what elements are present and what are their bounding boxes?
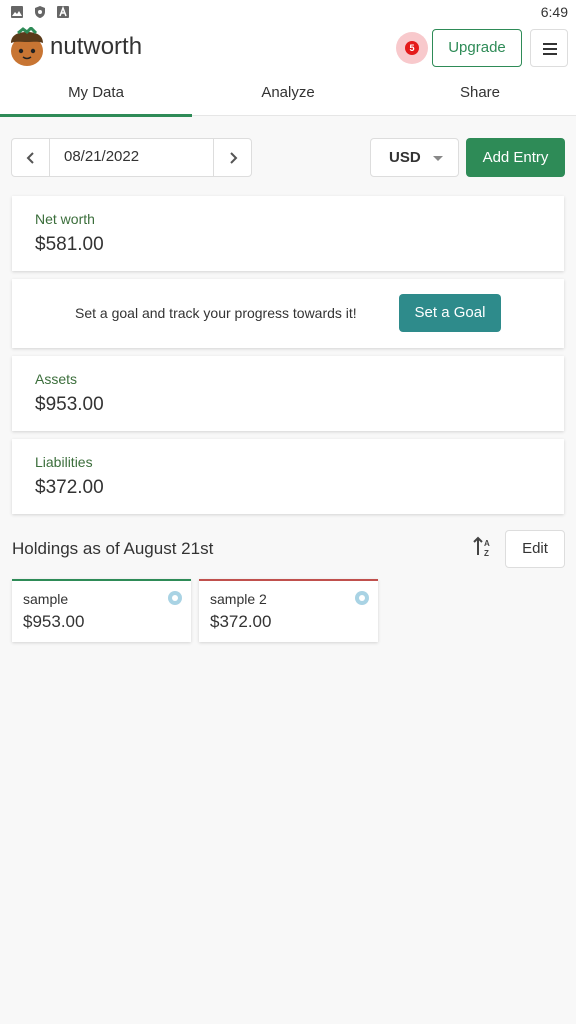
upgrade-button[interactable]: Upgrade [432, 29, 522, 67]
svg-text:Z: Z [484, 549, 489, 558]
app-name: nutworth [50, 33, 143, 60]
goal-card: Set a goal and track your progress towar… [12, 279, 564, 348]
acorn-logo-icon[interactable] [8, 27, 46, 67]
date-field[interactable]: 08/21/2022 [64, 148, 139, 165]
tab-share[interactable]: Share [384, 70, 576, 116]
set-goal-button[interactable]: Set a Goal [399, 294, 501, 332]
currency-value: USD [389, 149, 421, 166]
tab-bar: My Data Analyze Share [0, 70, 576, 117]
holding-card[interactable]: sample 2 $372.00 [199, 579, 378, 642]
liabilities-card[interactable]: Liabilities $372.00 [12, 439, 564, 514]
status-bar: 6:49 [0, 0, 576, 24]
add-entry-button[interactable]: Add Entry [466, 138, 565, 177]
holdings-title: Holdings as of August 21st [12, 539, 214, 558]
holding-type-icon [168, 591, 182, 605]
app-bar: nutworth 5 Upgrade [0, 24, 576, 70]
hamburger-icon [543, 43, 557, 45]
chevron-down-icon [433, 156, 443, 161]
next-date-button[interactable] [213, 139, 251, 176]
chevron-left-icon [26, 152, 34, 164]
chevron-right-icon [229, 152, 237, 164]
goal-prompt: Set a goal and track your progress towar… [75, 305, 357, 321]
net-worth-label: Net worth [35, 211, 95, 227]
liabilities-label: Liabilities [35, 454, 93, 470]
liabilities-value: $372.00 [35, 477, 104, 498]
shield-icon [35, 6, 45, 18]
tab-my-data[interactable]: My Data [0, 70, 192, 117]
tab-analyze[interactable]: Analyze [192, 70, 384, 116]
assets-card[interactable]: Assets $953.00 [12, 356, 564, 431]
assets-value: $953.00 [35, 394, 104, 415]
date-picker: 08/21/2022 [11, 138, 252, 177]
clock: 6:49 [540, 4, 568, 20]
holding-name: sample [23, 591, 69, 607]
holding-value: $953.00 [23, 612, 85, 631]
a-icon [57, 5, 69, 18]
asset-indicator [12, 579, 191, 581]
sort-alpha-icon[interactable]: A Z [473, 536, 493, 558]
holding-card[interactable]: sample $953.00 [12, 579, 191, 642]
notification-badge[interactable]: 5 [405, 41, 419, 55]
svg-text:A: A [484, 539, 490, 548]
holding-type-icon [355, 591, 369, 605]
prev-date-button[interactable] [12, 139, 50, 176]
net-worth-card: Net worth $581.00 [12, 196, 564, 271]
menu-button[interactable] [530, 29, 568, 67]
holding-name: sample 2 [210, 591, 267, 607]
currency-select[interactable]: USD [370, 138, 459, 177]
holding-value: $372.00 [210, 612, 272, 631]
assets-label: Assets [35, 371, 78, 387]
image-icon [11, 6, 23, 18]
net-worth-value: $581.00 [35, 234, 104, 255]
liability-indicator [199, 579, 378, 581]
edit-holdings-button[interactable]: Edit [505, 530, 565, 568]
